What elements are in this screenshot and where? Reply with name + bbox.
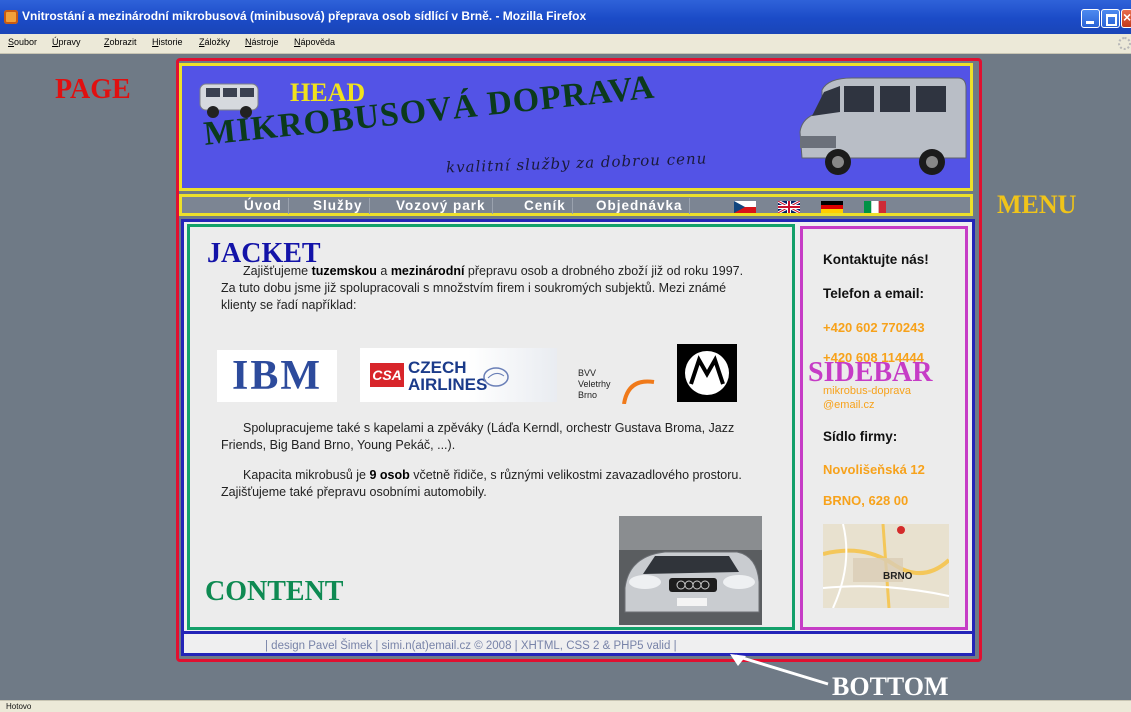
menu-upravy[interactable]: Úpravy bbox=[52, 37, 81, 47]
partners-paragraph: Spolupracujeme také s kapelami a zpěváky… bbox=[221, 421, 735, 452]
address-street: Novolišeňská 12 bbox=[823, 462, 925, 477]
annotation-content: CONTENT bbox=[205, 576, 344, 607]
phone-number-1[interactable]: +420 602 770243 bbox=[823, 320, 925, 335]
site-slogan: kvalitní služby za dobrou cenu bbox=[445, 149, 708, 177]
footer-text: | design Pavel Šimek | simi.n(at)email.c… bbox=[265, 640, 677, 652]
nav-objednavka[interactable]: Objednávka bbox=[590, 198, 690, 214]
intro-paragraph: Zajišťujeme tuzemskou a mezinárodní přep… bbox=[221, 264, 744, 312]
german-flag-icon[interactable] bbox=[821, 201, 843, 213]
window-title: Vnitrostání a mezinárodní mikrobusová (m… bbox=[22, 9, 587, 23]
firefox-icon bbox=[4, 10, 18, 24]
annotation-jacket: JACKET bbox=[207, 238, 321, 269]
maximize-button[interactable] bbox=[1101, 9, 1120, 28]
arrow-icon bbox=[730, 654, 829, 686]
nav-uvod[interactable]: Úvod bbox=[238, 198, 289, 214]
czech-airlines-logo: CSA CZECH AIRLINES bbox=[360, 348, 557, 402]
site-title: MIKROBUSOVÁ DOPRAVA bbox=[202, 68, 657, 153]
status-text: Hotovo bbox=[6, 702, 32, 711]
nav-cenik[interactable]: Ceník bbox=[518, 198, 573, 214]
menu-historie[interactable]: Historie bbox=[152, 37, 183, 47]
minimize-button[interactable] bbox=[1081, 9, 1100, 28]
motorola-emblem-icon bbox=[685, 351, 729, 395]
menu-nastroje[interactable]: Nástroje bbox=[245, 37, 279, 47]
menu-soubor[interactable]: Soubor bbox=[8, 37, 37, 47]
status-bar: Hotovo bbox=[0, 700, 1131, 712]
nav-sluzby[interactable]: Služby bbox=[307, 198, 370, 214]
bvv-arc-icon bbox=[622, 379, 655, 404]
capacity-paragraph: Kapacita mikrobusů je 9 osob včetně řidi… bbox=[221, 468, 742, 499]
seat-heading: Sídlo firmy: bbox=[823, 429, 898, 444]
csa-swirl-icon bbox=[483, 367, 509, 387]
annotation-menu: MENU bbox=[997, 190, 1077, 219]
italian-flag-icon[interactable] bbox=[864, 201, 886, 213]
uk-flag-icon[interactable] bbox=[778, 201, 800, 213]
loading-throbber-icon bbox=[1118, 37, 1131, 50]
czech-flag-icon[interactable] bbox=[734, 201, 756, 213]
window-titlebar: Vnitrostání a mezinárodní mikrobusová (m… bbox=[0, 0, 1131, 34]
annotation-bottom: BOTTOM bbox=[832, 672, 949, 701]
minibus-large-image bbox=[799, 77, 967, 175]
phone-email-heading: Telefon a email: bbox=[823, 286, 925, 301]
close-button[interactable] bbox=[1121, 9, 1131, 28]
annotation-sidebar: SIDEBAR bbox=[808, 357, 933, 388]
menu-zobrazit[interactable]: Zobrazit bbox=[104, 37, 137, 47]
annotation-page: PAGE bbox=[55, 74, 131, 105]
ibm-logo: IBM bbox=[217, 350, 337, 402]
address-city: BRNO, 628 00 bbox=[823, 493, 909, 508]
motorola-logo bbox=[677, 344, 737, 402]
contact-heading: Kontaktujte nás! bbox=[823, 252, 929, 267]
location-map[interactable]: BRNO bbox=[823, 524, 949, 608]
annotation-head: HEAD bbox=[290, 78, 366, 107]
audi-car-photo bbox=[619, 516, 762, 625]
nav-vozovy-park[interactable]: Vozový park bbox=[390, 198, 493, 214]
menu-napoveda[interactable]: Nápověda bbox=[294, 37, 335, 47]
map-city-label: BRNO bbox=[883, 571, 913, 582]
menu-zalozky[interactable]: Záložky bbox=[199, 37, 230, 47]
bvv-veletrhy-brno-logo: BVV Veletrhy Brno bbox=[574, 368, 660, 404]
site-nav: Úvod Služby Vozový park Ceník Objednávka bbox=[179, 194, 973, 216]
menu-bar: Soubor Úpravy Zobrazit Historie Záložky … bbox=[0, 34, 1131, 54]
